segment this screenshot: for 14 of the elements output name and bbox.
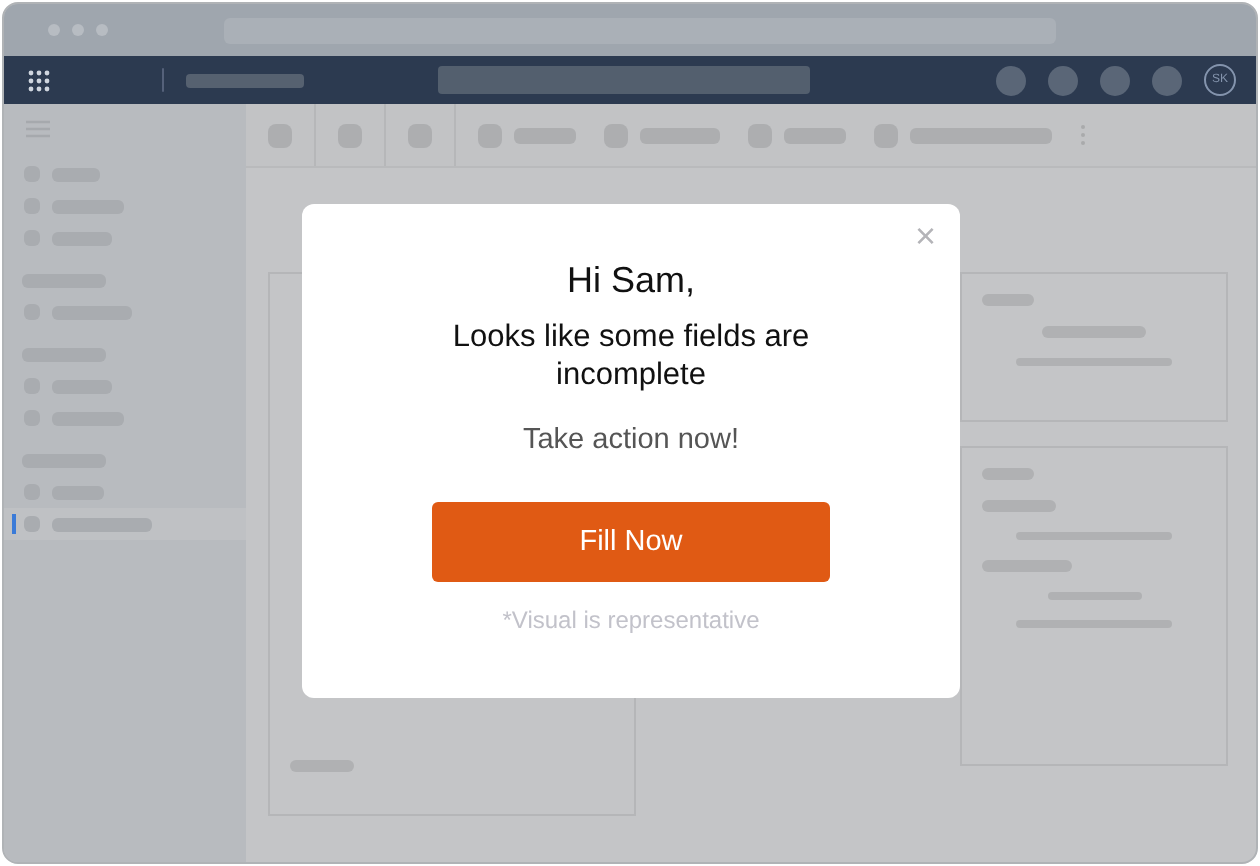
toolbar-icon[interactable] [1048, 65, 1078, 95]
toolbar-icon[interactable] [996, 65, 1026, 95]
dialog-message: Looks like some fields are incomplete [450, 318, 812, 394]
toolbar-icon[interactable] [1152, 65, 1182, 95]
close-button[interactable]: × [910, 218, 940, 254]
disclaimer-note: *Visual is representative [502, 606, 760, 634]
dialog-title: Hi Sam, [566, 258, 695, 302]
search-field[interactable] [438, 66, 810, 94]
skeleton-bar [186, 73, 304, 87]
sidebar-item-selected[interactable] [4, 508, 246, 540]
toolbar-icon[interactable] [1100, 65, 1130, 95]
dialog-prompt: Take action now! [522, 424, 739, 456]
fill-now-button[interactable]: Fill Now [432, 502, 830, 582]
app-grid-icon[interactable] [28, 69, 50, 91]
